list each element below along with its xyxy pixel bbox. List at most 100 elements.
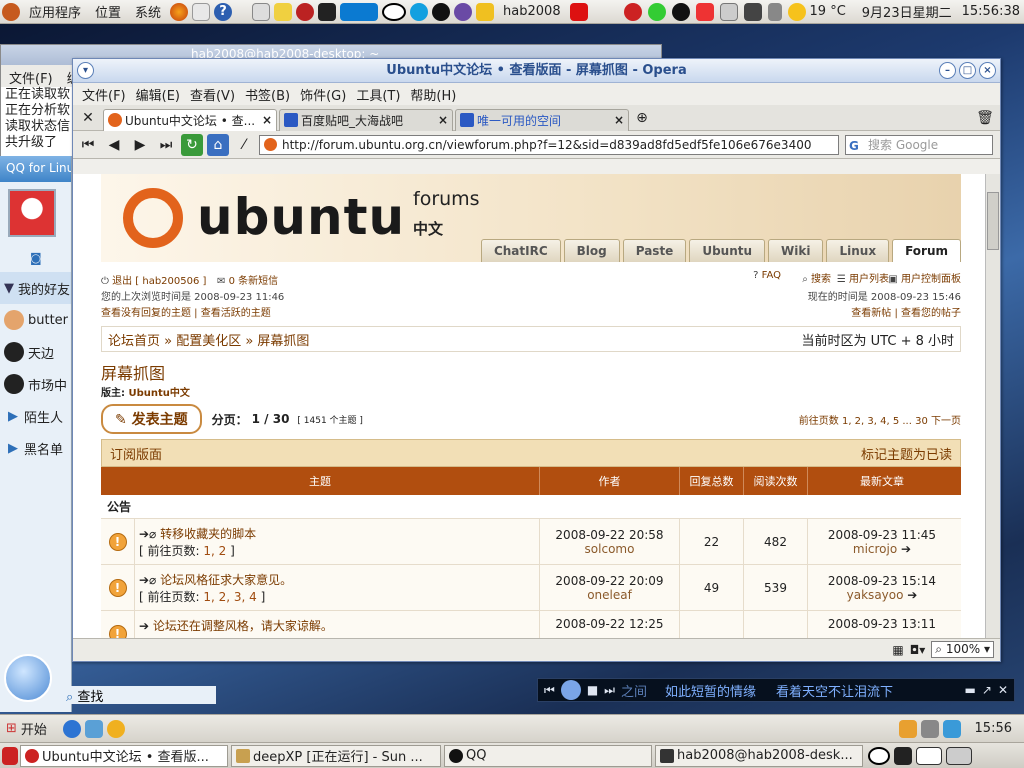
monitor-applet-icon[interactable]	[894, 746, 912, 765]
santa-avatar-icon[interactable]	[8, 189, 56, 237]
workspace-1[interactable]	[916, 746, 942, 765]
tab-close-icon[interactable]: ×	[258, 113, 272, 127]
new-own-posts-links[interactable]: 查看新帖 | 查看您的帖子	[851, 304, 961, 319]
nav-tab-blog[interactable]: Blog	[563, 239, 620, 262]
task-opera[interactable]: Ubuntu中文论坛 • 查看版...	[20, 744, 228, 767]
qq-window[interactable]: QQ for Linux ◙ ▼ 我的好友 butter 天边 市场中 ▶ 陌生…	[0, 156, 72, 712]
qq-friend[interactable]: 市场中	[0, 368, 71, 400]
forward-icon[interactable]: ▶	[129, 134, 151, 156]
tray-mail-icon[interactable]	[719, 2, 738, 21]
menu-bookmarks[interactable]: 书签(B)	[240, 85, 295, 104]
scrollbar-thumb[interactable]	[987, 192, 999, 250]
close-icon[interactable]: ✕	[998, 683, 1008, 697]
subscribe-link[interactable]: 订阅版面	[110, 444, 162, 463]
col-replies[interactable]: 回复总数	[680, 467, 744, 495]
network-manager-icon[interactable]	[252, 2, 271, 21]
col-author[interactable]: 作者	[540, 467, 680, 495]
topic-title[interactable]: 论坛风格征求大家意见。	[160, 573, 292, 587]
table-row[interactable]: ! ➔⌀ 转移收藏夹的脚本 [ 前往页数: 1, 2 ] 2008-09-22 …	[101, 519, 961, 565]
panel-clock[interactable]: 15:56:38	[962, 4, 1020, 19]
menu-help[interactable]: 帮助(H)	[405, 85, 461, 104]
col-last[interactable]: 最新文章	[808, 467, 956, 495]
weather-sun-icon[interactable]	[787, 2, 806, 21]
topic-author[interactable]: oneleaf	[587, 588, 632, 602]
outlook-icon[interactable]	[84, 719, 103, 738]
tab-ubuntu-forum[interactable]: Ubuntu中文论坛 • 查... ×	[103, 108, 277, 131]
qq-group-strangers[interactable]: ▶ 陌生人	[0, 400, 71, 432]
vertical-scrollbar[interactable]	[985, 174, 1000, 638]
home-icon[interactable]: ⌂	[207, 133, 229, 156]
pidgin-icon[interactable]	[454, 2, 473, 21]
minimize-icon[interactable]: –	[939, 62, 956, 79]
task-virtualbox[interactable]: deepXP [正在运行] - Sun ...	[231, 744, 441, 767]
pause-icon[interactable]	[560, 680, 581, 700]
back-icon[interactable]: ◀	[103, 134, 125, 156]
tools-icon[interactable]: ✕	[77, 107, 99, 129]
nav-tab-ubuntu[interactable]: Ubuntu	[689, 239, 766, 262]
qq-group-friends[interactable]: ▼ 我的好友	[0, 272, 71, 304]
tray-monitor-icon[interactable]	[743, 2, 762, 21]
stop-icon[interactable]: ■	[587, 683, 598, 697]
task-terminal[interactable]: hab2008@hab2008-desk...	[655, 744, 863, 767]
topic-title[interactable]: 论坛还在调整风格，请大家谅解。	[153, 619, 333, 633]
tray-network-icon[interactable]	[942, 719, 961, 738]
fast-forward-icon[interactable]: ⏭	[155, 134, 177, 156]
eyes-icon[interactable]	[382, 2, 407, 21]
goto-pages[interactable]: 前往页数 1, 2, 3, 4, 5 ... 30 下一页	[799, 412, 961, 427]
tray-opera-icon[interactable]	[623, 2, 642, 21]
terminal-menu-file[interactable]: 文件(F)	[9, 72, 53, 87]
prev-icon[interactable]: ⏮	[544, 683, 555, 698]
menu-applications[interactable]: 应用程序	[22, 2, 88, 21]
nav-tab-paste[interactable]: Paste	[622, 239, 687, 262]
new-tab-icon[interactable]: ⊕	[631, 107, 653, 129]
logout-link[interactable]: ⏻ 退出 [ hab200506 ]	[101, 272, 206, 287]
opera-launcher-icon[interactable]	[296, 2, 315, 21]
start-logo-icon[interactable]: ⊞	[6, 721, 17, 736]
qq-penguin-icon[interactable]	[432, 2, 451, 21]
address-bar[interactable]: http://forum.ubuntu.org.cn/viewforum.php…	[259, 134, 839, 155]
ubuntu-logo-icon[interactable]	[2, 2, 20, 21]
wand-icon[interactable]: ⁄	[233, 134, 255, 156]
maximize-icon[interactable]: □	[959, 62, 976, 79]
window-menu-icon[interactable]: ▾	[77, 62, 94, 79]
shutdown-icon[interactable]	[569, 2, 588, 21]
tab-close-icon[interactable]: ×	[434, 113, 448, 127]
menu-view[interactable]: 查看(V)	[185, 85, 240, 104]
pages-links[interactable]: 1, 2	[203, 544, 226, 558]
qq-friend[interactable]: butter	[0, 304, 71, 336]
help-icon[interactable]: ?	[214, 2, 233, 21]
qq-title[interactable]: QQ for Linux	[0, 156, 71, 182]
trash-icon[interactable]: 🗑	[974, 107, 996, 129]
ie-icon[interactable]	[62, 719, 81, 738]
qq-group-blacklist[interactable]: ▶ 黑名单	[0, 432, 71, 464]
workspace-2[interactable]	[946, 746, 972, 765]
ubuntu-circle-logo-icon[interactable]	[123, 188, 183, 248]
start-button[interactable]: 开始	[21, 719, 47, 738]
zoom-control[interactable]: ⌕ 100% ▾	[931, 641, 994, 658]
tray-sound-icon[interactable]	[920, 719, 939, 738]
panel-date[interactable]: 9月23日星期二	[862, 2, 952, 21]
notes-icon[interactable]	[274, 2, 293, 21]
rewind-icon[interactable]: ⏮	[77, 134, 99, 156]
qq-friend[interactable]: 天边	[0, 336, 71, 368]
show-desktop-icon[interactable]	[2, 746, 18, 765]
chat-bubble-icon[interactable]: ◙	[0, 244, 71, 272]
top-user-name[interactable]: hab2008	[496, 4, 568, 19]
keyboard-icon[interactable]	[877, 720, 895, 738]
qq-search-button[interactable]: ⌕ 查找	[66, 686, 216, 705]
topic-title[interactable]: 转移收藏夹的脚本	[160, 527, 256, 541]
tab-space[interactable]: 唯一可用的空间 ×	[455, 108, 629, 131]
new-topic-button[interactable]: ✎ 发表主题	[101, 404, 202, 434]
menu-tools[interactable]: 工具(T)	[351, 85, 405, 104]
breadcrumb-path[interactable]: 论坛首页 » 配置美化区 » 屏幕抓图	[108, 330, 309, 349]
task-qq[interactable]: QQ	[444, 744, 652, 767]
camera-icon[interactable]: ◘▾	[910, 643, 926, 657]
last-author[interactable]: yaksayoo	[847, 588, 904, 602]
mark-read-link[interactable]: 标记主题为已读	[861, 444, 952, 463]
menu-places[interactable]: 位置	[88, 2, 128, 21]
firefox-icon[interactable]	[170, 2, 189, 21]
music-player[interactable]: ⏮ ■ ⏭ 之间 如此短暂的情缘 看着天空不让泪流下 ▬ ↗ ✕	[537, 678, 1015, 702]
goto-last-icon[interactable]: ➔	[907, 588, 917, 602]
table-row[interactable]: ! ➔⌀ 论坛风格征求大家意见。 [ 前往页数: 1, 2, 3, 4 ] 20…	[101, 565, 961, 611]
weather-temperature[interactable]: 19 °C	[810, 4, 846, 19]
